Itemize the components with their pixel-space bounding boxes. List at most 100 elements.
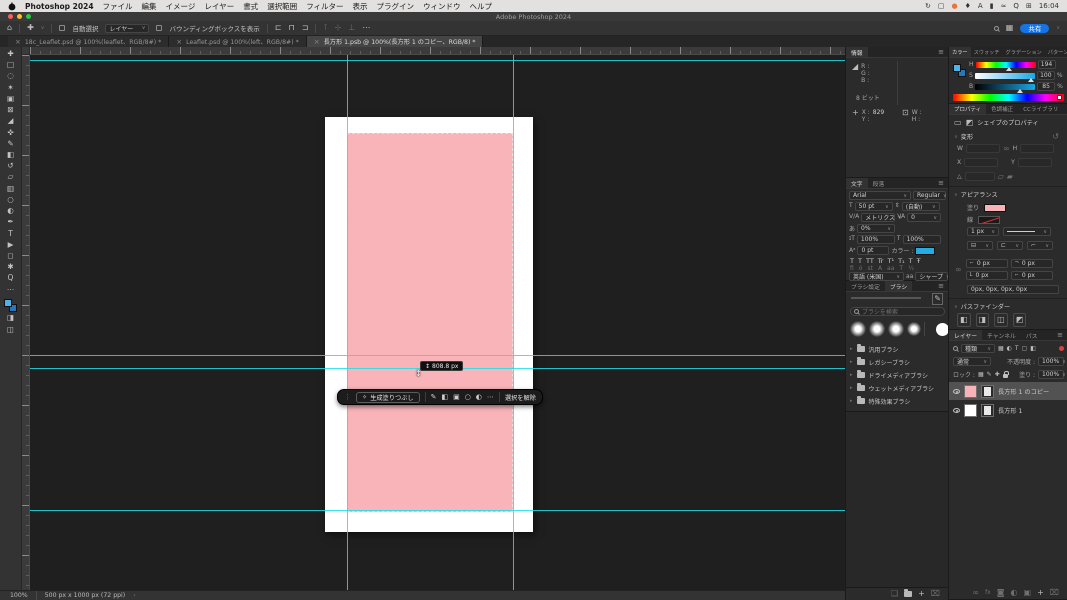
faux-italic-icon[interactable]: T [858, 257, 862, 265]
lock-all-icon[interactable] [1002, 371, 1009, 378]
stylistic-icon[interactable]: T [899, 265, 903, 272]
stroke-style-dropdown[interactable]: ∨ [1003, 227, 1051, 236]
menu-layer[interactable]: レイヤー [204, 1, 234, 12]
stroke-align-dropdown[interactable]: ⊟ ∨ [967, 241, 993, 250]
new-layer-icon[interactable]: + [1037, 589, 1044, 597]
brush-preview-toggle-icon[interactable]: ✎ [932, 293, 943, 305]
shape-tool[interactable]: ◻ [7, 251, 13, 261]
tab-cc-libraries[interactable]: CCライブラリ [1018, 104, 1063, 114]
blend-mode-dropdown[interactable]: 通常 ∨ [953, 357, 991, 366]
saturation-slider-marker[interactable] [1027, 77, 1034, 82]
menu-help[interactable]: ヘルプ [470, 1, 493, 12]
input-source-icon[interactable]: A [978, 2, 983, 10]
width-field[interactable] [965, 144, 1000, 153]
hue-slider[interactable] [975, 61, 1036, 71]
document-info[interactable]: 500 px x 1000 px (72 ppi) [45, 592, 125, 599]
fractions-icon[interactable]: ½ [908, 265, 914, 272]
menu-plugins[interactable]: プラグイン [377, 1, 415, 12]
clone-stamp-tool[interactable]: ◧ [7, 150, 14, 160]
edit-toolbar-icon[interactable]: ⋯ [7, 285, 15, 295]
brush-size-slider[interactable] [851, 297, 921, 299]
show-bbox-checkbox[interactable] [156, 25, 163, 31]
layer-row-selected[interactable]: 長方形 1 のコピー [949, 382, 1067, 400]
ordinals-icon[interactable]: st [867, 265, 872, 272]
titling-icon[interactable]: aa [887, 265, 894, 272]
vertical-scale-field[interactable]: 100% [856, 235, 895, 244]
brush-folder[interactable]: ▸ レガシーブラシ [846, 356, 948, 368]
tab-brushes[interactable]: ブラシ [884, 281, 913, 291]
text-color-swatch[interactable] [915, 246, 936, 255]
radius-bottom-right-field[interactable]: ⌐ 0 px [1010, 271, 1053, 280]
zoom-tool[interactable]: Q [8, 274, 14, 283]
distribute-bottom-icon[interactable]: ⊥ [348, 24, 355, 32]
small-caps-icon[interactable]: Tr [878, 257, 884, 265]
stroke-width-field[interactable]: 1 px ∨ [967, 227, 999, 236]
menu-file[interactable]: ファイル [103, 1, 133, 12]
fill-opacity-field[interactable]: 100% ∨ [1038, 370, 1066, 379]
new-group-icon[interactable]: ▣ [1024, 589, 1032, 597]
add-mask-icon[interactable]: ▣ [453, 393, 460, 401]
wifi-icon[interactable]: ≈ [1001, 2, 1007, 10]
new-adjustment-layer-icon[interactable]: ◐ [1011, 589, 1018, 597]
tab-paths[interactable]: パス [1021, 330, 1043, 340]
close-tab-icon[interactable]: × [15, 38, 21, 46]
pathfinder-subtract-icon[interactable]: ◨ [975, 313, 990, 327]
share-button[interactable]: 共有 [1020, 23, 1050, 33]
brush-folder[interactable]: ▸ 汎用ブラシ [846, 343, 948, 355]
pathfinder-exclude-icon[interactable]: ◩ [1012, 313, 1027, 327]
filter-adjustment-layers-icon[interactable]: ◐ [1007, 345, 1012, 352]
guide-horizontal-bottom[interactable] [30, 510, 845, 511]
modify-selection-icon[interactable]: ✎ [431, 393, 437, 401]
layer-thumbnail[interactable] [964, 403, 977, 417]
search-icon[interactable] [993, 25, 999, 31]
opacity-field[interactable]: 100% ∨ [1038, 357, 1066, 366]
saturation-slider[interactable] [974, 72, 1035, 82]
height-field[interactable] [1020, 144, 1055, 153]
filter-toggle-indicator[interactable] [1059, 346, 1064, 351]
tab-brush-settings[interactable]: ブラシ設定 [846, 281, 885, 291]
align-left-icon[interactable]: ⊏ [275, 24, 282, 32]
filter-type-layers-icon[interactable]: T [1015, 345, 1019, 352]
saturation-value-field[interactable]: 100 [1036, 71, 1055, 80]
workspace-switcher-icon[interactable]: ▦ [1006, 24, 1014, 32]
align-center-icon[interactable]: ⊓ [289, 24, 295, 32]
brush-folder[interactable]: ▸ ウェットメディアブラシ [846, 382, 948, 394]
flip-horizontal-icon[interactable]: ▱ [998, 172, 1004, 181]
radius-summary-field[interactable]: 0px, 0px, 0px, 0px [967, 285, 1059, 294]
faux-bold-icon[interactable]: T [850, 257, 854, 265]
color-spectrum-bar[interactable] [953, 94, 1064, 101]
crop-tool[interactable]: ▣ [7, 94, 14, 104]
layer-visibility-icon[interactable] [953, 388, 960, 394]
close-tab-icon[interactable]: × [314, 38, 320, 46]
link-dimensions-icon[interactable]: ∞ [1003, 144, 1010, 153]
color-swatches[interactable] [4, 298, 17, 312]
align-right-icon[interactable]: ⊐ [302, 24, 309, 32]
superscript-icon[interactable]: T¹ [887, 257, 894, 265]
swash-icon[interactable]: A [878, 265, 882, 272]
brush-search-input[interactable]: ブラシを検索 [850, 307, 945, 316]
stroke-corner-dropdown[interactable]: ⌐ ∨ [1027, 241, 1053, 250]
menu-window[interactable]: ウィンドウ [423, 1, 461, 12]
foreground-color-swatch[interactable] [4, 298, 12, 307]
filter-smart-objects-icon[interactable]: ◧ [1030, 345, 1036, 352]
antialias-dropdown[interactable]: シャープ∨ [915, 272, 950, 281]
radius-top-right-field[interactable]: ¬ 0 px [1010, 259, 1053, 268]
tab-info[interactable]: 情報 [846, 47, 868, 57]
pasteboard[interactable]: ↕ 808.8 px ↕ ⋮ ✧ 生成塗りつぶし ✎ ◧ ▣ ○ ◐ ⋯ 選択を… [30, 55, 845, 590]
underline-icon[interactable]: T [909, 257, 913, 265]
ligatures-icon[interactable]: fi [850, 265, 854, 272]
quick-mask-icon[interactable]: ◨ [7, 314, 14, 323]
foreground-color-swatch[interactable] [953, 64, 961, 72]
all-caps-icon[interactable]: TT [866, 257, 874, 265]
document-tab-active[interactable]: × 長方形 1.psb @ 100%(長方形 1 のコピー、RGB/8) * [306, 36, 484, 47]
vector-mask-thumbnail[interactable] [981, 403, 994, 417]
brush-tool[interactable]: ✎ [7, 139, 13, 149]
taskbar-drag-handle[interactable]: ⋮ [344, 393, 351, 401]
ruler-origin[interactable] [22, 47, 30, 55]
layer-visibility-icon[interactable] [953, 407, 960, 413]
tab-character[interactable]: 文字 [846, 178, 868, 188]
menu-type[interactable]: 書式 [243, 1, 258, 12]
panel-menu-icon[interactable]: ≡ [934, 47, 948, 57]
leading-field[interactable]: (自動) ∨ [901, 202, 940, 211]
pathfinder-intersect-icon[interactable]: ◫ [994, 313, 1008, 327]
